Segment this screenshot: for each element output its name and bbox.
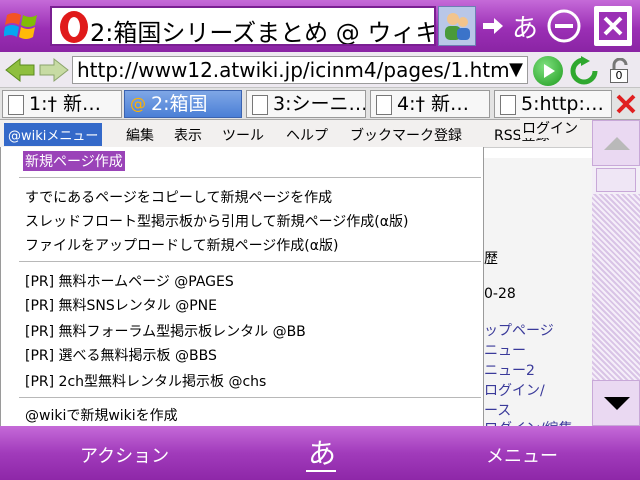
- menu-view[interactable]: 表示: [174, 125, 202, 145]
- tab-1[interactable]: 1:† 新…: [2, 90, 122, 118]
- softkey-ime[interactable]: あ: [305, 432, 337, 472]
- menu-item-copy-page[interactable]: すでにあるページをコピーして新規ページを作成: [25, 187, 332, 207]
- menu-separator: [19, 261, 481, 262]
- scroll-up-button[interactable]: [592, 120, 640, 166]
- menu-atwiki[interactable]: @wikiメニュー: [4, 123, 103, 146]
- page-text: 0-28: [484, 286, 516, 302]
- ime-mode-indicator[interactable]: あ: [508, 6, 542, 46]
- close-tab-icon[interactable]: [614, 90, 638, 118]
- atwiki-icon: @: [130, 94, 146, 113]
- page-link[interactable]: ニュー: [484, 340, 526, 360]
- page-link[interactable]: ース: [484, 400, 511, 420]
- scroll-down-button[interactable]: [592, 380, 640, 426]
- vertical-scrollbar[interactable]: [592, 120, 640, 426]
- page-link[interactable]: ップページ: [484, 320, 554, 340]
- back-arrow-icon[interactable]: [4, 57, 36, 83]
- url-input[interactable]: http://www12.atwiki.jp/icinm4/pages/1.ht…: [72, 56, 528, 84]
- tab-label: 4:† 新…: [397, 93, 470, 115]
- menu-separator: [19, 397, 481, 398]
- tab-label: 2:箱国: [151, 93, 208, 115]
- softkey-action[interactable]: アクション: [80, 442, 169, 468]
- menu-item-pr-bbs[interactable]: [PR] 選べる無料掲示板 @BBS: [25, 345, 217, 365]
- menu-bar: @wikiメニュー 編集 表示 ツール ヘルプ ブックマーク登録 RSS登録: [0, 120, 592, 148]
- softkey-bar: アクション あ メニュー: [0, 426, 640, 480]
- tab-label: 5:http:…: [521, 93, 604, 115]
- forward-arrow-icon[interactable]: [38, 57, 70, 83]
- login-link[interactable]: ログイン: [520, 118, 580, 138]
- scroll-thumb[interactable]: [596, 168, 636, 192]
- page-icon: [376, 95, 392, 115]
- menu-item-upload-file[interactable]: ファイルをアップロードして新規ページ作成(α版): [25, 235, 338, 255]
- softkey-menu[interactable]: メニュー: [486, 442, 558, 468]
- menu-item-pr-bb[interactable]: [PR] 無料フォーラム型掲示板レンタル @BB: [25, 321, 306, 341]
- page-link[interactable]: ニュー2: [484, 360, 535, 380]
- menu-item-pr-pages[interactable]: [PR] 無料ホームページ @PAGES: [25, 271, 234, 291]
- menu-separator: [19, 177, 481, 178]
- menu-item-new-wiki[interactable]: @wikiで新規wikiを作成: [25, 405, 178, 425]
- tab-3[interactable]: 3:シーニ…: [246, 90, 366, 118]
- page-icon: [252, 95, 268, 115]
- tab-label: 3:シーニ…: [273, 93, 366, 115]
- security-lock-icon[interactable]: 0: [606, 58, 634, 84]
- security-badge: 0: [610, 69, 628, 83]
- menu-bookmark[interactable]: ブックマーク登録: [350, 125, 462, 145]
- url-dropdown-icon[interactable]: ▼: [509, 59, 523, 80]
- address-bar: http://www12.atwiki.jp/icinm4/pages/1.ht…: [0, 52, 640, 88]
- atwiki-menu-dropdown: 新規ページ作成 すでにあるページをコピーして新規ページを作成 スレッドフロート型…: [0, 147, 484, 427]
- page-icon: [500, 95, 516, 115]
- window-title: 2:箱国シリーズまとめ @ ウィキ - トップ: [90, 19, 436, 46]
- go-button[interactable]: [533, 56, 563, 86]
- tab-bar: 1:† 新… @ 2:箱国 3:シーニ… 4:† 新… 5:http:…: [0, 88, 640, 120]
- page-icon: [8, 95, 24, 115]
- title-bar: 2:箱国シリーズまとめ @ ウィキ - トップ あ: [0, 0, 640, 52]
- menu-help[interactable]: ヘルプ: [286, 125, 328, 145]
- window-title-field[interactable]: 2:箱国シリーズまとめ @ ウィキ - トップ: [50, 6, 436, 46]
- url-text: http://www12.atwiki.jp/icinm4/pages/1.ht…: [77, 58, 510, 82]
- menu-item-pr-chs[interactable]: [PR] 2ch型無料レンタル掲示板 @chs: [25, 371, 266, 391]
- minimize-icon[interactable]: [544, 6, 584, 46]
- windows-start-icon[interactable]: [4, 8, 42, 42]
- tab-4[interactable]: 4:† 新…: [370, 90, 490, 118]
- page-text: 歴: [484, 251, 498, 267]
- tab-2[interactable]: @ 2:箱国: [124, 90, 242, 118]
- menu-item-thread-quote[interactable]: スレッドフロート型掲示板から引用して新規ページ作成(α版): [25, 211, 408, 231]
- tab-5[interactable]: 5:http:…: [494, 90, 612, 118]
- tab-label: 1:† 新…: [29, 93, 102, 115]
- page-link[interactable]: ログイン/: [484, 380, 545, 400]
- menu-edit[interactable]: 編集: [126, 125, 154, 145]
- scroll-track[interactable]: [592, 194, 640, 380]
- close-icon[interactable]: [594, 6, 632, 46]
- menu-item-new-page[interactable]: 新規ページ作成: [23, 151, 125, 171]
- sync-arrow-icon[interactable]: [478, 6, 508, 46]
- people-icon[interactable]: [438, 6, 476, 46]
- menu-item-pr-pne[interactable]: [PR] 無料SNSレンタル @PNE: [25, 295, 217, 315]
- reload-icon[interactable]: [568, 56, 600, 86]
- menu-tools[interactable]: ツール: [222, 125, 264, 145]
- opera-logo-icon: [60, 11, 88, 43]
